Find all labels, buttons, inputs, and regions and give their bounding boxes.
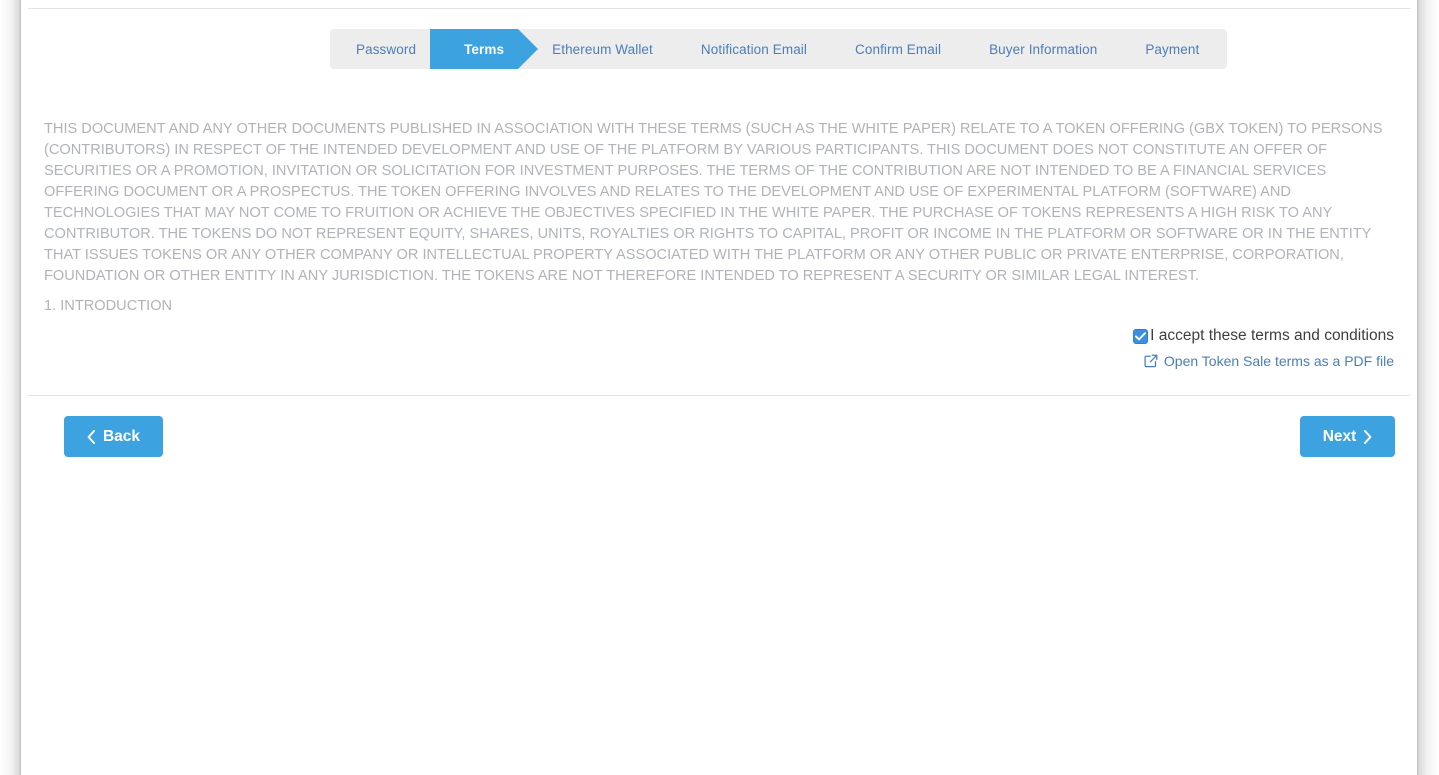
accept-terms-row[interactable]: I accept these terms and conditions [1133,326,1394,346]
wizard-step-label: Confirm Email [855,41,942,57]
window-edge-right [1417,0,1439,775]
wizard-step-label: Ethereum Wallet [552,41,653,57]
accept-terms-checkbox[interactable] [1133,328,1149,344]
next-button-label: Next [1322,427,1357,445]
wizard-step-notification-email[interactable]: Notification Email [666,29,841,69]
section-heading-introduction: 1. INTRODUCTION [44,298,173,314]
wizard-step-label: Payment [1145,41,1200,57]
back-button-label: Back [102,427,141,445]
external-link-icon [1144,354,1158,368]
wizard-step-label: Terms [464,41,505,57]
back-button[interactable]: Back [64,416,163,457]
open-token-sale-terms-pdf-link[interactable]: Open Token Sale terms as a PDF file [1164,353,1394,369]
wizard-step-payment[interactable]: Payment [1111,29,1228,69]
wizard-steps: Password Terms Ethereum Wallet Notification… [330,29,1228,69]
wizard-step-confirm-email[interactable]: Confirm Email [821,29,976,69]
accept-terms-label: I accept these terms and conditions [1150,327,1394,344]
wizard-step-buyer-information[interactable]: Buyer Information [955,29,1132,69]
page-content: Password Terms Ethereum Wallet Notification… [21,0,1417,775]
wizard-step-label: Buyer Information [989,41,1098,57]
wizard-step-label: Notification Email [700,41,807,57]
window-edge-left [0,0,21,775]
footer-divider [28,395,1410,396]
top-divider [28,8,1410,9]
wizard-step-password[interactable]: Password [330,29,451,69]
chevron-left-icon [87,429,96,444]
wizard-step-label: Password [356,41,417,57]
chevron-right-icon [1363,429,1372,444]
wizard-step-terms[interactable]: Terms [430,29,539,69]
terms-disclaimer-text: THIS DOCUMENT AND ANY OTHER DOCUMENTS PU… [44,120,1383,284]
page-root: Password Terms Ethereum Wallet Notification… [0,0,1439,775]
next-button[interactable]: Next [1300,416,1395,457]
wizard-step-ethereum-wallet[interactable]: Ethereum Wallet [518,29,687,69]
checkmark-icon [1135,331,1147,340]
pdf-link-row[interactable]: Open Token Sale terms as a PDF file [1144,353,1394,369]
